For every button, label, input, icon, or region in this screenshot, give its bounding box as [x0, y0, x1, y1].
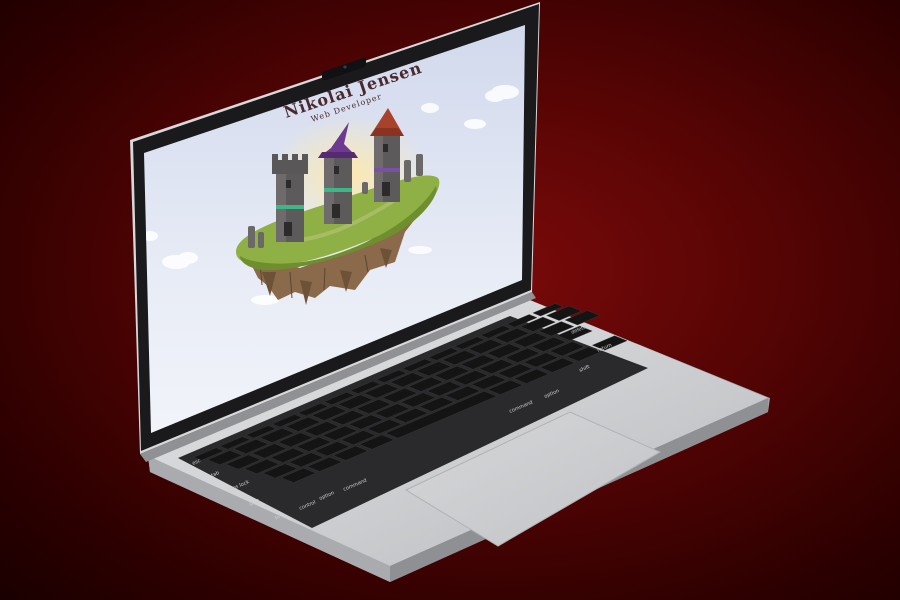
laptop-illustration: esc tab caps lock shift fn control optio…	[130, 2, 770, 582]
camera-icon	[343, 65, 347, 69]
left-tower	[272, 154, 308, 242]
scene: esc tab caps lock shift fn control optio…	[0, 0, 900, 600]
